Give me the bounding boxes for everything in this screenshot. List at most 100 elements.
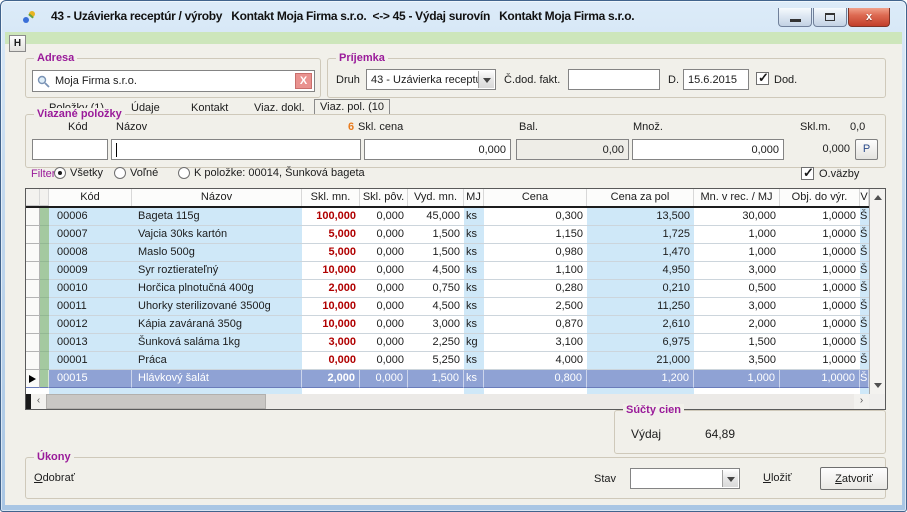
cell-obj-do-vyr: 1,0000 <box>780 208 860 226</box>
skl-cena-input[interactable]: 0,000 <box>364 139 511 160</box>
tab-3[interactable]: Kontakt <box>191 102 228 114</box>
table-row[interactable]: 00008Maslo 500g5,0000,0001,500ks0,9801,4… <box>26 244 885 262</box>
row-selector[interactable] <box>26 244 40 262</box>
row-selector[interactable] <box>26 208 40 226</box>
cell-obj-do-vyr: 1,0000 <box>780 370 860 388</box>
stav-combobox[interactable] <box>630 468 740 489</box>
cell-mn-v-rec-mj: 2,000 <box>694 316 780 334</box>
vertical-scrollbar[interactable] <box>869 189 885 394</box>
cell-obj-do-vyr: 1,0000 <box>780 226 860 244</box>
grid-col-header[interactable]: Skl. mn. <box>302 189 360 206</box>
cell-kod: 00008 <box>49 244 132 262</box>
grid-col-header[interactable]: V <box>860 189 869 206</box>
grid-col-header[interactable]: Kód <box>49 189 132 206</box>
cell-nazov: Šunková saláma 1kg <box>132 334 302 352</box>
tab-2[interactable]: Údaje <box>131 102 160 114</box>
clear-address-button[interactable]: X <box>295 73 312 89</box>
viazane-group-label: Viazané položky <box>34 108 125 120</box>
table-row[interactable]: 00015Hlávkový šalát2,0000,0001,500ks0,80… <box>26 370 885 388</box>
odobrat-button[interactable]: Odobrať <box>34 472 75 484</box>
cdod-input[interactable] <box>568 69 660 90</box>
cell-cena: 1,100 <box>484 262 587 280</box>
grid-col-header[interactable]: Cena za pol <box>587 189 694 206</box>
row-selector[interactable] <box>26 352 40 370</box>
hscroll-track[interactable] <box>46 394 854 409</box>
maximize-button[interactable] <box>813 8 847 27</box>
filter-row: Filter VšetkyVoľnéK položke: 00014, Šunk… <box>25 166 886 183</box>
adresa-group: Adresa Moja Firma s.r.o. X <box>25 58 321 98</box>
horizontal-scrollbar[interactable]: ‹ › <box>26 394 869 409</box>
row-indicator <box>40 316 49 334</box>
grid-col-header[interactable]: Skl. pôv. <box>360 189 408 206</box>
vydaj-value: 64,89 <box>705 427 735 441</box>
prijemka-group-label: Príjemka <box>336 52 388 64</box>
table-row[interactable]: 00012Kápia zaváraná 350g10,0000,0003,000… <box>26 316 885 334</box>
grid-col-header[interactable]: Vyd. mn. <box>408 189 464 206</box>
zatvorit-button[interactable]: Zatvoriť <box>820 467 888 490</box>
grid-col-header[interactable]: MJ <box>464 189 484 206</box>
cell-kod: 00007 <box>49 226 132 244</box>
row-selector[interactable] <box>26 370 40 388</box>
scroll-right-icon[interactable]: › <box>854 394 869 409</box>
close-button[interactable]: x <box>848 8 890 27</box>
radio-icon[interactable] <box>54 167 66 179</box>
cell-kod: 00009 <box>49 262 132 280</box>
kod-input[interactable] <box>32 139 108 160</box>
row-selector[interactable] <box>26 262 40 280</box>
scroll-left-icon[interactable]: ‹ <box>31 394 46 409</box>
druh-label: Druh <box>336 74 360 86</box>
filter-option-2[interactable]: Voľné <box>114 167 158 179</box>
table-row[interactable]: 00007Vajcia 30ks kartón5,0000,0001,500ks… <box>26 226 885 244</box>
grid-col-header[interactable]: Mn. v rec. / MJ <box>694 189 780 206</box>
cell-skl-pov: 0,000 <box>360 226 408 244</box>
row-selector[interactable] <box>26 280 40 298</box>
scroll-down-icon[interactable] <box>870 378 885 393</box>
maximize-icon <box>825 13 835 21</box>
table-row[interactable]: 00011Uhorky sterilizované 3500g10,0000,0… <box>26 298 885 316</box>
nazov-input[interactable] <box>111 139 361 160</box>
cell-cena-za-pol: 1,470 <box>587 244 694 262</box>
grid-col-header[interactable]: Obj. do výr. <box>780 189 860 206</box>
p-button[interactable]: P <box>855 139 878 160</box>
row-selector[interactable] <box>26 316 40 334</box>
cell-skl-pov: 0,000 <box>360 352 408 370</box>
filter-option-3[interactable]: K položke: 00014, Šunková bageta <box>178 167 365 179</box>
cell-vyd-mn: 45,000 <box>408 208 464 226</box>
minimize-button[interactable] <box>778 8 812 27</box>
table-row[interactable]: 00013Šunková saláma 1kg3,0000,0002,250kg… <box>26 334 885 352</box>
date-input[interactable]: 15.6.2015 <box>683 69 749 90</box>
dod-checkbox[interactable] <box>756 72 769 85</box>
ulozit-button[interactable]: Uložiť <box>763 472 792 484</box>
scrollbar-corner <box>869 394 885 409</box>
radio-icon[interactable] <box>114 167 126 179</box>
table-row[interactable]: 00006Bageta 115g100,0000,00045,000ks0,30… <box>26 208 885 226</box>
titlebar[interactable]: 43 - Uzávierka receptúr / výroby Kontakt… <box>1 1 906 32</box>
chevron-down-icon[interactable] <box>478 71 494 88</box>
table-row[interactable]: 00001Práca0,0000,0005,250ks4,00021,0003,… <box>26 352 885 370</box>
cell-mj: ks <box>464 352 484 370</box>
tab-4[interactable]: Viaz. dokl. <box>254 102 305 114</box>
row-selector[interactable] <box>26 334 40 352</box>
table-row[interactable]: 00010Horčica plnotučná 400g2,0000,0000,7… <box>26 280 885 298</box>
row-selector[interactable] <box>26 298 40 316</box>
cdod-label: Č.dod. fakt. <box>504 74 560 86</box>
chevron-down-icon[interactable] <box>722 470 738 487</box>
scroll-up-icon[interactable] <box>870 190 885 205</box>
tab-5[interactable]: Viaz. pol. (10 <box>314 99 390 115</box>
cell-cena-za-pol: 11,250 <box>587 298 694 316</box>
radio-icon[interactable] <box>178 167 190 179</box>
mnoz-input[interactable]: 0,000 <box>632 139 784 160</box>
adresa-input[interactable]: Moja Firma s.r.o. X <box>32 70 315 92</box>
hscroll-thumb[interactable] <box>46 394 266 409</box>
cell-obj-do-vyr: 1,0000 <box>780 280 860 298</box>
h-button[interactable]: H <box>9 35 26 52</box>
grid-col-header[interactable]: Cena <box>484 189 587 206</box>
table-row[interactable]: 00009Syr roztierateľný10,0000,0004,500ks… <box>26 262 885 280</box>
cell-cena-za-pol: 6,975 <box>587 334 694 352</box>
ovazby-checkbox[interactable] <box>801 167 814 180</box>
row-selector[interactable] <box>26 226 40 244</box>
druh-combobox[interactable]: 43 - Uzávierka receptúr / <box>366 69 496 90</box>
ukony-group-label: Úkony <box>34 451 74 463</box>
grid-col-header[interactable]: Názov <box>132 189 302 206</box>
filter-option-1[interactable]: Všetky <box>54 167 103 179</box>
